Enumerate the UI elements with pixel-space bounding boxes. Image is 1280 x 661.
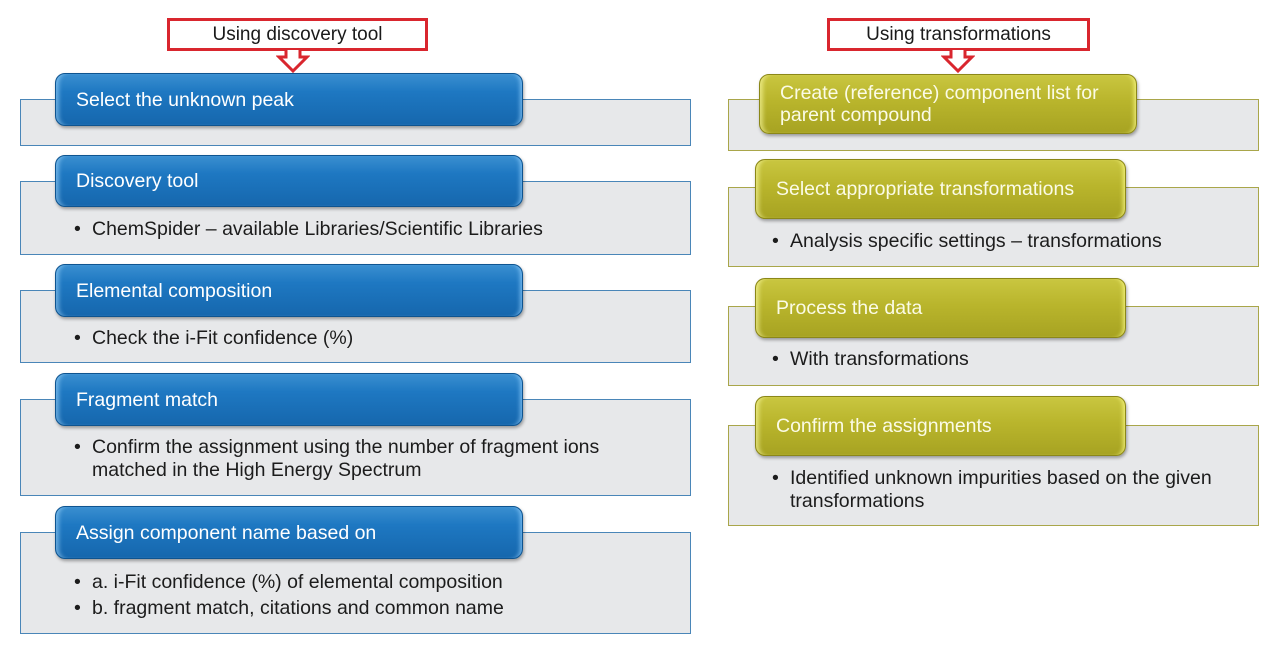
bullet-item: • Analysis specific settings – transforma…: [772, 230, 1162, 252]
bullet-item: • With transformations: [772, 348, 969, 370]
bullet-item: • ChemSpider – available Libraries/Scient…: [74, 218, 543, 240]
step-title: Confirm the assignments: [776, 415, 992, 437]
step-title: Process the data: [776, 297, 923, 319]
callout-label: Using transformations: [866, 23, 1051, 45]
down-arrow-icon: [941, 50, 975, 74]
step-bullets: • Analysis specific settings – transforma…: [772, 230, 1252, 253]
step-header: Process the data: [755, 278, 1126, 338]
step-header: Fragment match: [55, 373, 523, 426]
step-header: Select appropriate transformations: [755, 159, 1126, 219]
step-title: Assign component name based on: [76, 521, 377, 544]
bullet-icon: •: [74, 327, 81, 349]
callout-using-transformations: Using transformations: [827, 18, 1090, 51]
bullet-icon: •: [772, 348, 779, 370]
step-bullets: • Identified unknown impurities based on …: [772, 467, 1242, 513]
step-header: Create (reference) component list for pa…: [759, 74, 1137, 134]
step-title: Elemental composition: [76, 279, 273, 302]
bullet-icon: •: [772, 467, 779, 489]
step-title: Discovery tool: [76, 170, 199, 192]
down-arrow-icon: [276, 50, 310, 74]
bullet-icon: •: [772, 230, 779, 252]
step-header: Confirm the assignments: [755, 396, 1126, 456]
step-title: Select appropriate transformations: [776, 178, 1075, 200]
bullet-icon: •: [74, 597, 81, 619]
callout-discovery-tool: Using discovery tool: [167, 18, 428, 51]
bullet-item: • a. i-Fit confidence (%) of elemental co…: [74, 571, 503, 593]
step-header: Elemental composition: [55, 264, 523, 317]
bullet-icon: •: [74, 436, 81, 458]
step-title: Select the unknown peak: [76, 88, 294, 111]
step-bullets: • Confirm the assignment using the number…: [74, 436, 634, 482]
step-header: Assign component name based on: [55, 506, 523, 559]
step-header: Discovery tool: [55, 155, 523, 207]
step-bullets: • a. i-Fit confidence (%) of elemental co…: [74, 569, 674, 621]
step-bullets: • ChemSpider – available Libraries/Scient…: [74, 218, 674, 241]
step-header: Select the unknown peak: [55, 73, 523, 126]
step-title: Create (reference) component list for pa…: [780, 82, 1099, 126]
callout-label: Using discovery tool: [212, 23, 383, 45]
bullet-item: • Check the i-Fit confidence (%): [74, 327, 354, 349]
bullet-item: • Confirm the assignment using the number…: [74, 436, 600, 481]
step-bullets: • With transformations: [772, 348, 1252, 371]
step-bullets: • Check the i-Fit confidence (%): [74, 327, 674, 350]
bullet-item: • Identified unknown impurities based on …: [772, 467, 1212, 512]
step-title: Fragment match: [76, 388, 218, 411]
bullet-icon: •: [74, 218, 81, 240]
bullet-icon: •: [74, 571, 81, 593]
bullet-item: • b. fragment match, citations and common…: [74, 597, 504, 619]
